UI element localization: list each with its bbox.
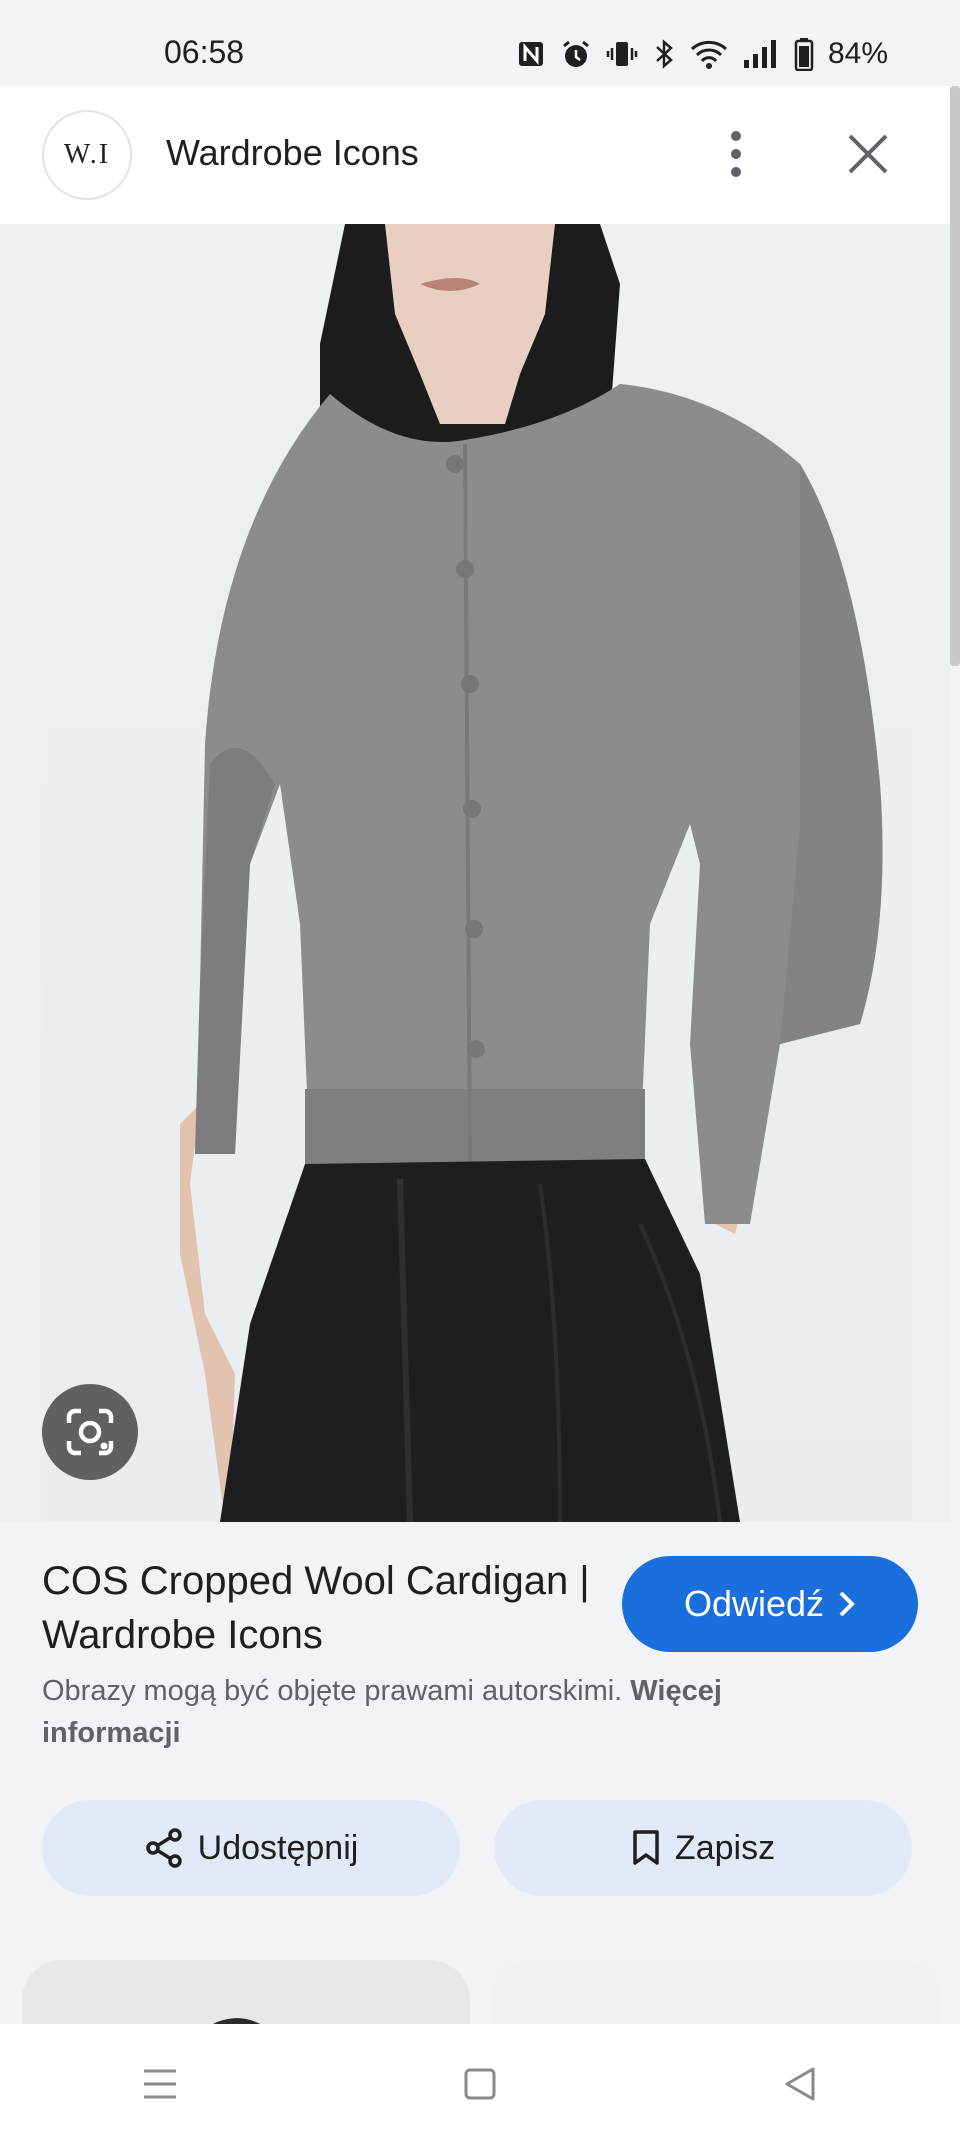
save-button-label: Zapisz bbox=[674, 1828, 776, 1867]
result-title[interactable]: COS Cropped Wool Cardigan | Wardrobe Ico… bbox=[42, 1554, 602, 1662]
save-button[interactable]: Zapisz bbox=[494, 1800, 912, 1896]
product-image[interactable] bbox=[0, 224, 950, 1522]
result-info: COS Cropped Wool Cardigan | Wardrobe Ico… bbox=[0, 1522, 960, 2022]
chevron-right-icon bbox=[839, 1591, 855, 1617]
copyright-notice: Obrazy mogą być objęte prawami autorskim… bbox=[42, 1670, 862, 1754]
more-vert-icon bbox=[731, 131, 741, 177]
back-button[interactable] bbox=[740, 2044, 860, 2124]
site-name: Wardrobe Icons bbox=[166, 132, 419, 173]
system-nav-bar bbox=[0, 2024, 960, 2144]
status-time: 06:58 bbox=[164, 34, 245, 70]
copyright-text: Obrazy mogą być objęte prawami autorskim… bbox=[42, 1675, 623, 1707]
status-bar: 06:58 84% bbox=[0, 0, 960, 86]
battery-icon bbox=[794, 37, 814, 71]
signal-icon bbox=[742, 38, 780, 70]
nfc-icon bbox=[516, 39, 546, 69]
google-lens-button[interactable] bbox=[42, 1384, 138, 1480]
home-square-icon bbox=[464, 2068, 496, 2100]
close-icon bbox=[848, 134, 888, 174]
back-triangle-icon bbox=[785, 2067, 815, 2101]
vibrate-icon bbox=[606, 38, 638, 70]
google-lens-icon bbox=[66, 1408, 114, 1456]
product-photo bbox=[180, 224, 883, 1522]
bluetooth-icon bbox=[652, 38, 676, 70]
site-avatar-text: W.I bbox=[63, 139, 111, 170]
visit-button-label: Odwiedź bbox=[683, 1583, 825, 1624]
bookmark-icon bbox=[633, 1830, 659, 1865]
battery-percent: 84% bbox=[827, 37, 888, 70]
site-avatar: W.I bbox=[42, 110, 132, 200]
status-icons: 84% bbox=[516, 34, 888, 74]
menu-lines-icon bbox=[144, 2069, 176, 2099]
alarm-icon bbox=[560, 38, 592, 70]
header: W.I Wardrobe Icons bbox=[0, 86, 950, 224]
close-button[interactable] bbox=[836, 122, 900, 186]
share-button-label: Udostępnij bbox=[197, 1828, 359, 1867]
recent-apps-button[interactable] bbox=[100, 2044, 220, 2124]
visit-button[interactable]: Odwiedź bbox=[622, 1556, 918, 1652]
share-button[interactable]: Udostępnij bbox=[42, 1800, 460, 1896]
share-icon bbox=[145, 1828, 182, 1868]
scrollbar[interactable] bbox=[950, 86, 960, 666]
wifi-icon bbox=[690, 38, 728, 70]
more-options-button[interactable] bbox=[712, 122, 760, 186]
home-button[interactable] bbox=[420, 2044, 540, 2124]
